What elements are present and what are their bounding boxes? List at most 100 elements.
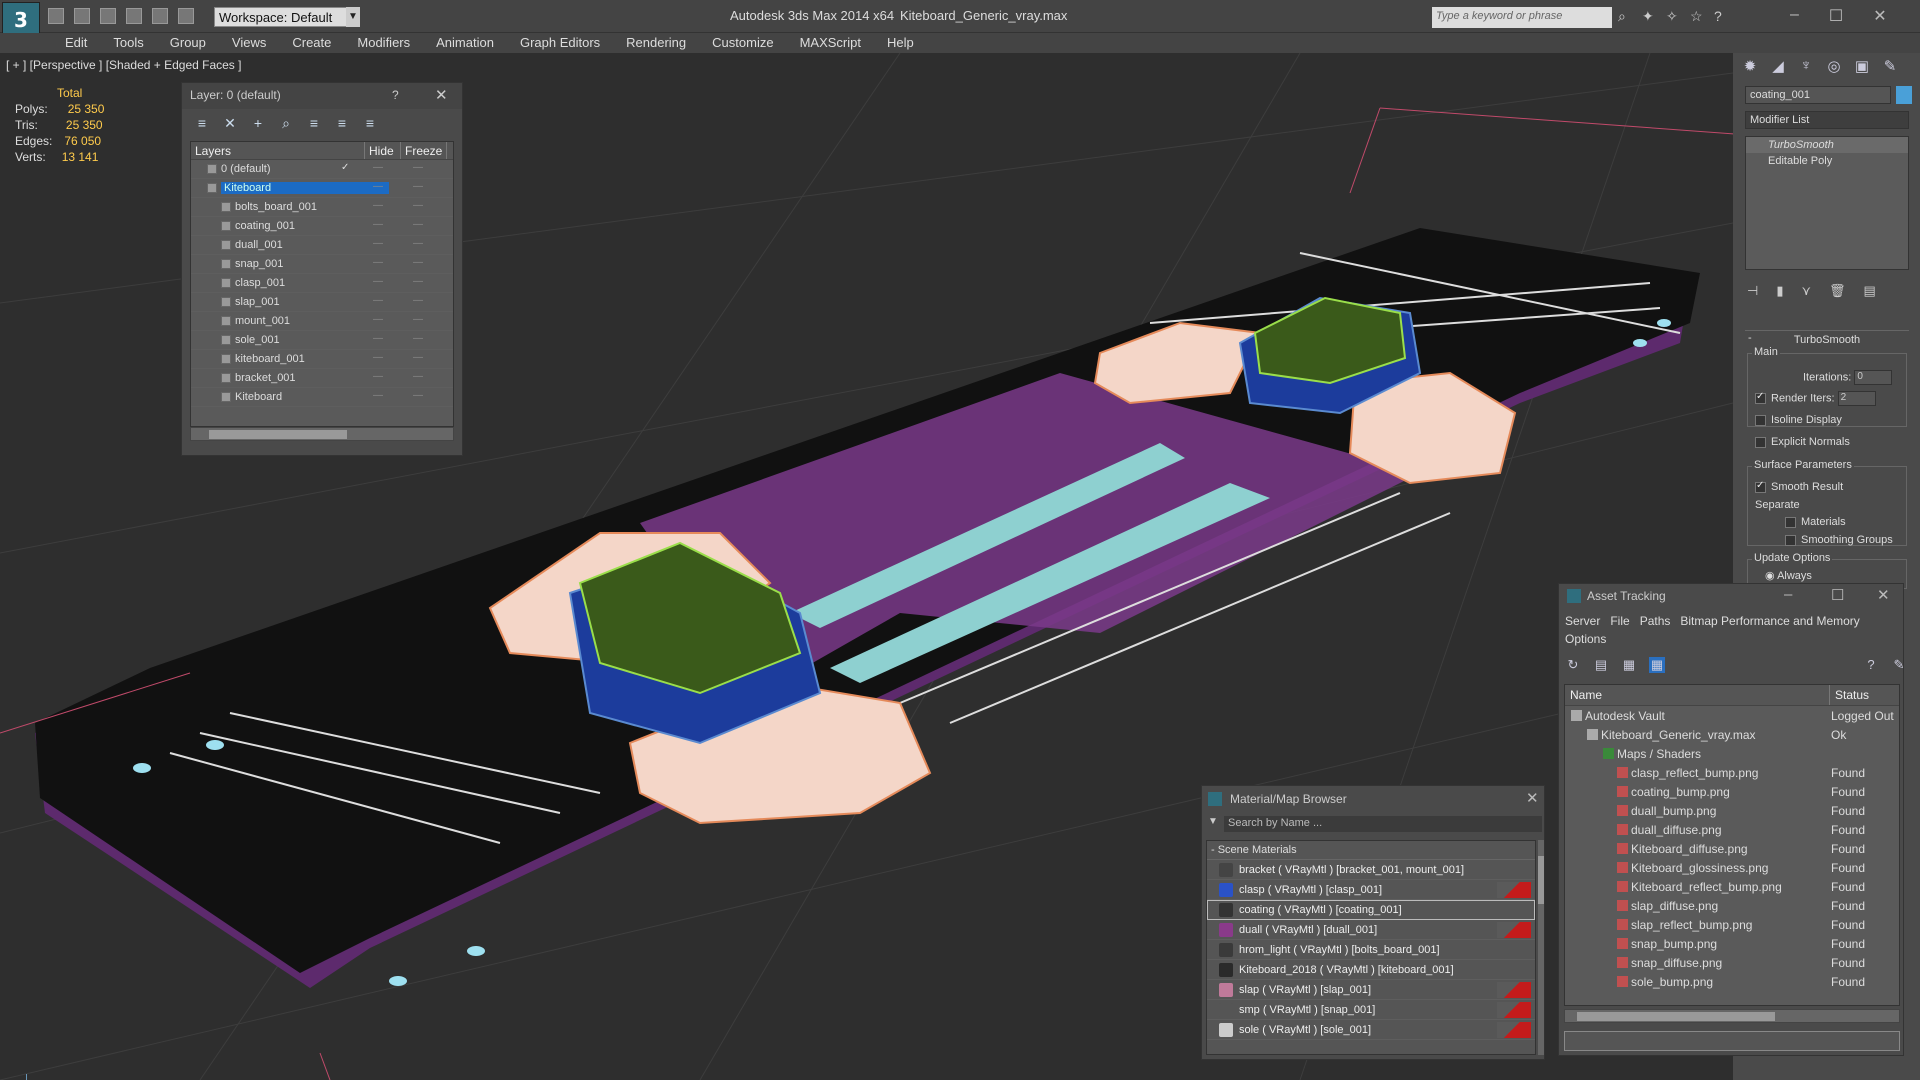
- material-row[interactable]: duall ( VRayMtl ) [duall_001]: [1207, 920, 1535, 940]
- utilities-tab-icon[interactable]: ✎: [1881, 57, 1899, 75]
- add-selection-icon[interactable]: +: [250, 115, 266, 131]
- material-row[interactable]: smp ( VRayMtl ) [snap_001]: [1207, 1000, 1535, 1020]
- menu-maxscript[interactable]: MAXScript: [788, 33, 875, 53]
- asset-row[interactable]: Autodesk Vault Logged Out: [1565, 706, 1899, 725]
- scroll-thumb[interactable]: [1577, 1012, 1775, 1021]
- asset-row[interactable]: Kiteboard_glossiness.png Found: [1565, 858, 1899, 877]
- freeze-toggle[interactable]: —: [413, 314, 424, 325]
- workspace-dropdown[interactable]: Workspace: Default: [214, 7, 356, 27]
- freeze-all-icon[interactable]: ≡: [362, 115, 378, 131]
- material-row[interactable]: bracket ( VRayMtl ) [bracket_001, mount_…: [1207, 860, 1535, 880]
- asset-row[interactable]: snap_diffuse.png Found: [1565, 953, 1899, 972]
- list-view-icon[interactable]: ▤: [1593, 657, 1609, 673]
- menu-help[interactable]: Help: [875, 33, 928, 53]
- hide-toggle[interactable]: —: [373, 352, 384, 363]
- layer-row[interactable]: kiteboard_001 — —: [191, 350, 453, 369]
- hide-all-icon[interactable]: ≡: [334, 115, 350, 131]
- freeze-toggle[interactable]: —: [413, 162, 424, 173]
- configure-sets-icon[interactable]: ▤: [1864, 283, 1876, 299]
- smoothing-groups-checkbox[interactable]: [1785, 534, 1796, 546]
- stack-item-turbosmooth[interactable]: TurboSmooth: [1746, 137, 1908, 153]
- layer-row[interactable]: Kiteboard — —: [191, 388, 453, 407]
- material-row[interactable]: Kiteboard_2018 ( VRayMtl ) [kiteboard_00…: [1207, 960, 1535, 980]
- layer-row[interactable]: sole_001 — —: [191, 331, 453, 350]
- col-status[interactable]: Status: [1830, 685, 1874, 705]
- material-row[interactable]: sole ( VRayMtl ) [sole_001]: [1207, 1020, 1535, 1040]
- menu-options[interactable]: Options: [1565, 630, 1897, 648]
- minimize-icon[interactable]: –: [1790, 6, 1799, 26]
- favorites-star-icon[interactable]: ☆: [1690, 8, 1706, 24]
- menu-rendering[interactable]: Rendering: [614, 33, 700, 53]
- help-button[interactable]: ?: [392, 88, 399, 102]
- communication-icon[interactable]: ✧: [1666, 8, 1682, 24]
- subscription-icon[interactable]: ✦: [1642, 8, 1658, 24]
- freeze-toggle[interactable]: —: [413, 238, 424, 249]
- layer-row[interactable]: Kiteboard — —: [191, 179, 453, 198]
- select-objects-icon[interactable]: ⌕: [278, 115, 294, 131]
- viewport-label[interactable]: [ + ] [Perspective ] [Shaded + Edged Fac…: [6, 58, 241, 72]
- material-row[interactable]: hrom_light ( VRayMtl ) [bolts_board_001]: [1207, 940, 1535, 960]
- hide-toggle[interactable]: —: [373, 390, 384, 401]
- minimize-icon[interactable]: –: [1784, 586, 1792, 603]
- open-file-icon[interactable]: [74, 8, 90, 24]
- layer-row[interactable]: slap_001 — —: [191, 293, 453, 312]
- freeze-toggle[interactable]: —: [413, 371, 424, 382]
- maximize-icon[interactable]: ☐: [1829, 6, 1843, 26]
- binoculars-icon[interactable]: ⌕: [1618, 8, 1634, 24]
- layer-tree[interactable]: Layers Hide Freeze 0 (default) — — ✓ Kiteboa…: [190, 141, 454, 427]
- menu-edit[interactable]: Edit: [53, 33, 101, 53]
- explicit-normals-checkbox[interactable]: [1755, 436, 1766, 448]
- menu-animation[interactable]: Animation: [424, 33, 508, 53]
- col-freeze[interactable]: Freeze: [401, 142, 447, 159]
- active-layer-check-icon[interactable]: ✓: [341, 162, 350, 173]
- freeze-toggle[interactable]: —: [413, 200, 424, 211]
- hide-toggle[interactable]: —: [373, 219, 384, 230]
- hide-toggle[interactable]: —: [373, 257, 384, 268]
- layer-row[interactable]: snap_001 — —: [191, 255, 453, 274]
- col-layers[interactable]: Layers: [191, 142, 365, 159]
- freeze-toggle[interactable]: —: [413, 295, 424, 306]
- hide-toggle[interactable]: —: [373, 333, 384, 344]
- menu-bitmap[interactable]: Bitmap Performance and Memory: [1680, 614, 1859, 628]
- close-icon[interactable]: ✕: [1877, 586, 1890, 604]
- close-button[interactable]: ✕: [435, 86, 448, 104]
- object-color-swatch[interactable]: [1896, 86, 1912, 104]
- scene-materials-group[interactable]: - Scene Materials: [1207, 841, 1535, 860]
- menu-views[interactable]: Views: [220, 33, 280, 53]
- close-icon[interactable]: ✕: [1526, 789, 1539, 807]
- hide-toggle[interactable]: —: [373, 371, 384, 382]
- hide-toggle[interactable]: —: [373, 200, 384, 211]
- freeze-toggle[interactable]: —: [413, 181, 424, 192]
- menu-modifiers[interactable]: Modifiers: [345, 33, 424, 53]
- help-icon[interactable]: ?: [1863, 657, 1879, 673]
- new-layer-icon[interactable]: ≡: [194, 115, 210, 131]
- asset-row[interactable]: slap_diffuse.png Found: [1565, 896, 1899, 915]
- hide-toggle[interactable]: —: [373, 276, 384, 287]
- search-input[interactable]: Type a keyword or phrase: [1432, 7, 1612, 28]
- hide-toggle[interactable]: —: [373, 181, 384, 192]
- hide-toggle[interactable]: —: [373, 314, 384, 325]
- modify-tab-icon[interactable]: ◢: [1769, 57, 1787, 75]
- material-row[interactable]: coating ( VRayMtl ) [coating_001]: [1207, 900, 1535, 920]
- material-search-input[interactable]: Search by Name ...: [1224, 816, 1542, 832]
- smooth-result-checkbox[interactable]: [1755, 480, 1766, 493]
- freeze-toggle[interactable]: —: [413, 352, 424, 363]
- hide-toggle[interactable]: —: [373, 238, 384, 249]
- layer-row[interactable]: mount_001 — —: [191, 312, 453, 331]
- hierarchy-tab-icon[interactable]: ♆: [1797, 57, 1815, 75]
- undo-icon[interactable]: [126, 8, 142, 24]
- layer-explorer-window[interactable]: Layer: 0 (default) ? ✕ ≡ ✕ + ⌕ ≡ ≡ ≡ Lay…: [181, 82, 463, 456]
- modifier-list-dropdown[interactable]: Modifier List: [1745, 111, 1909, 129]
- redo-icon[interactable]: [152, 8, 168, 24]
- hide-toggle[interactable]: —: [373, 162, 384, 173]
- object-name-field[interactable]: coating_001: [1745, 86, 1891, 104]
- project-folder-icon[interactable]: [178, 8, 194, 24]
- make-unique-icon[interactable]: ⋎: [1801, 283, 1811, 299]
- asset-row[interactable]: snap_bump.png Found: [1565, 934, 1899, 953]
- highlight-layer-icon[interactable]: ≡: [306, 115, 322, 131]
- remove-modifier-icon[interactable]: 🗑: [1829, 283, 1846, 299]
- asset-row[interactable]: sole_bump.png Found: [1565, 972, 1899, 991]
- always-radio[interactable]: ◉: [1765, 570, 1775, 582]
- menu-tools[interactable]: Tools: [101, 33, 157, 53]
- material-vscrollbar[interactable]: [1538, 840, 1544, 1055]
